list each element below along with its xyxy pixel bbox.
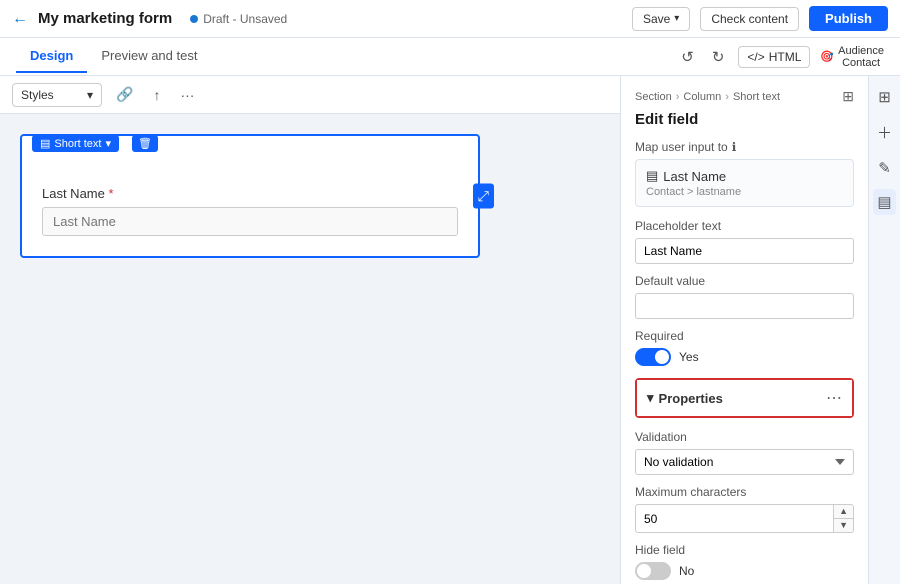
save-chevron-icon: ▾	[674, 13, 679, 24]
form-card: ▤ Short text ▾ 🗑 Last Name * ⤢	[20, 134, 480, 258]
back-button[interactable]: ←	[12, 10, 28, 28]
publish-button[interactable]: Publish	[809, 6, 888, 31]
hide-field-label: Hide field	[635, 543, 854, 557]
breadcrumb-column: Column	[683, 91, 721, 103]
required-label: Required	[635, 329, 854, 343]
breadcrumb-current: Short text	[733, 91, 780, 103]
save-button[interactable]: Save ▾	[632, 7, 690, 31]
info-icon: ℹ	[732, 140, 737, 154]
audience-icon: 🎯	[820, 50, 834, 63]
sidebar-grid-icon[interactable]: ⊞	[874, 84, 895, 110]
spin-up-button[interactable]: ▲	[834, 505, 853, 519]
tabs: Design Preview and test	[16, 40, 211, 73]
default-label: Default value	[635, 274, 854, 288]
arrow-up-button[interactable]: ↑	[147, 85, 166, 105]
status-badge: Draft - Unsaved	[190, 12, 287, 26]
map-field-path: Contact > lastname	[646, 186, 843, 198]
check-content-button[interactable]: Check content	[700, 7, 799, 31]
styles-label: Styles	[21, 88, 54, 102]
field-icon: ▤	[646, 168, 658, 184]
toggle-thumb	[655, 350, 669, 364]
required-star: *	[109, 186, 114, 201]
undo-button[interactable]: ↺	[677, 46, 698, 68]
html-icon: </>	[747, 50, 764, 64]
tab-actions: ↺ ↻ </> HTML 🎯 Audience Contact	[677, 45, 884, 69]
link-icon-button[interactable]: 🔗	[110, 84, 139, 105]
max-chars-input-row: ▲ ▼	[635, 504, 854, 533]
html-button[interactable]: </> HTML	[738, 46, 810, 68]
max-chars-input[interactable]	[636, 507, 833, 531]
field-type-label: Short text	[54, 138, 101, 150]
move-handle[interactable]: ⤢	[473, 184, 494, 209]
chevron-icon: ▾	[105, 137, 111, 150]
field-type-icon: ▤	[40, 137, 50, 150]
edit-field-title: Edit field	[635, 111, 854, 128]
breadcrumb: Section › Column › Short text ⊞	[635, 88, 854, 105]
styles-dropdown[interactable]: Styles ▾	[12, 83, 102, 107]
field-type-badge: ▤ Short text ▾	[32, 135, 119, 152]
tab-design[interactable]: Design	[16, 40, 87, 73]
more-options-button[interactable]: ···	[174, 85, 200, 105]
breadcrumb-section: Section	[635, 91, 672, 103]
spin-down-button[interactable]: ▼	[834, 519, 853, 532]
sidebar-add-icon[interactable]: ＋	[873, 118, 896, 147]
field-label: Last Name *	[42, 186, 458, 201]
status-dot	[190, 15, 198, 23]
canvas-content: ▤ Short text ▾ 🗑 Last Name * ⤢	[0, 114, 620, 278]
validation-dropdown[interactable]: No validation	[635, 449, 854, 475]
properties-header[interactable]: ▾ Properties ⋯	[637, 380, 852, 416]
default-input[interactable]	[635, 293, 854, 319]
save-label: Save	[643, 12, 670, 26]
map-field-name: ▤ Last Name	[646, 168, 843, 184]
placeholder-input[interactable]	[635, 238, 854, 264]
panel-expand-icon[interactable]: ⊞	[842, 88, 854, 105]
required-row: Yes	[635, 348, 854, 366]
delete-field-button[interactable]: 🗑	[132, 135, 158, 152]
max-chars-label: Maximum characters	[635, 485, 854, 499]
right-panel: Section › Column › Short text ⊞ Edit fie…	[620, 76, 900, 584]
hide-field-toggle[interactable]	[635, 562, 671, 580]
page-title: My marketing form	[38, 10, 172, 27]
chevron-down-icon: ▾	[87, 88, 93, 102]
canvas-area: Styles ▾ 🔗 ↑ ··· ▤ Short text ▾ 🗑 Last N…	[0, 76, 620, 584]
toggle-thumb-off	[637, 564, 651, 578]
sidebar-list-icon[interactable]: ▤	[873, 189, 895, 215]
audience-button[interactable]: 🎯 Audience Contact	[820, 45, 884, 69]
field-input[interactable]	[42, 207, 458, 236]
placeholder-label: Placeholder text	[635, 219, 854, 233]
sidebar-edit-icon[interactable]: ✎	[874, 155, 895, 181]
form-field-area: Last Name *	[42, 186, 458, 236]
panel-sidebar: ⊞ ＋ ✎ ▤	[868, 76, 900, 584]
map-field-box[interactable]: ▤ Last Name Contact > lastname	[635, 159, 854, 207]
html-label: HTML	[769, 50, 802, 64]
chevron-down-icon: ▾	[647, 390, 654, 406]
canvas-toolbar: Styles ▾ 🔗 ↑ ···	[0, 76, 620, 114]
properties-title: ▾ Properties	[647, 390, 723, 406]
required-toggle-label: Yes	[679, 350, 699, 364]
hide-field-toggle-label: No	[679, 564, 694, 578]
properties-section: ▾ Properties ⋯	[635, 378, 854, 418]
properties-more-icon[interactable]: ⋯	[826, 388, 842, 408]
main-layout: Styles ▾ 🔗 ↑ ··· ▤ Short text ▾ 🗑 Last N…	[0, 76, 900, 584]
audience-text: Audience Contact	[838, 45, 884, 69]
required-toggle[interactable]	[635, 348, 671, 366]
panel-content: Section › Column › Short text ⊞ Edit fie…	[621, 76, 868, 584]
redo-button[interactable]: ↻	[708, 46, 729, 68]
status-text: Draft - Unsaved	[203, 12, 287, 26]
map-input-label: Map user input to ℹ	[635, 140, 854, 154]
validation-label: Validation	[635, 430, 854, 444]
tab-preview[interactable]: Preview and test	[87, 40, 211, 73]
tab-bar: Design Preview and test ↺ ↻ </> HTML 🎯 A…	[0, 38, 900, 76]
hide-field-row: No	[635, 562, 854, 580]
top-bar: ← My marketing form Draft - Unsaved Save…	[0, 0, 900, 38]
number-spinners: ▲ ▼	[833, 505, 853, 532]
